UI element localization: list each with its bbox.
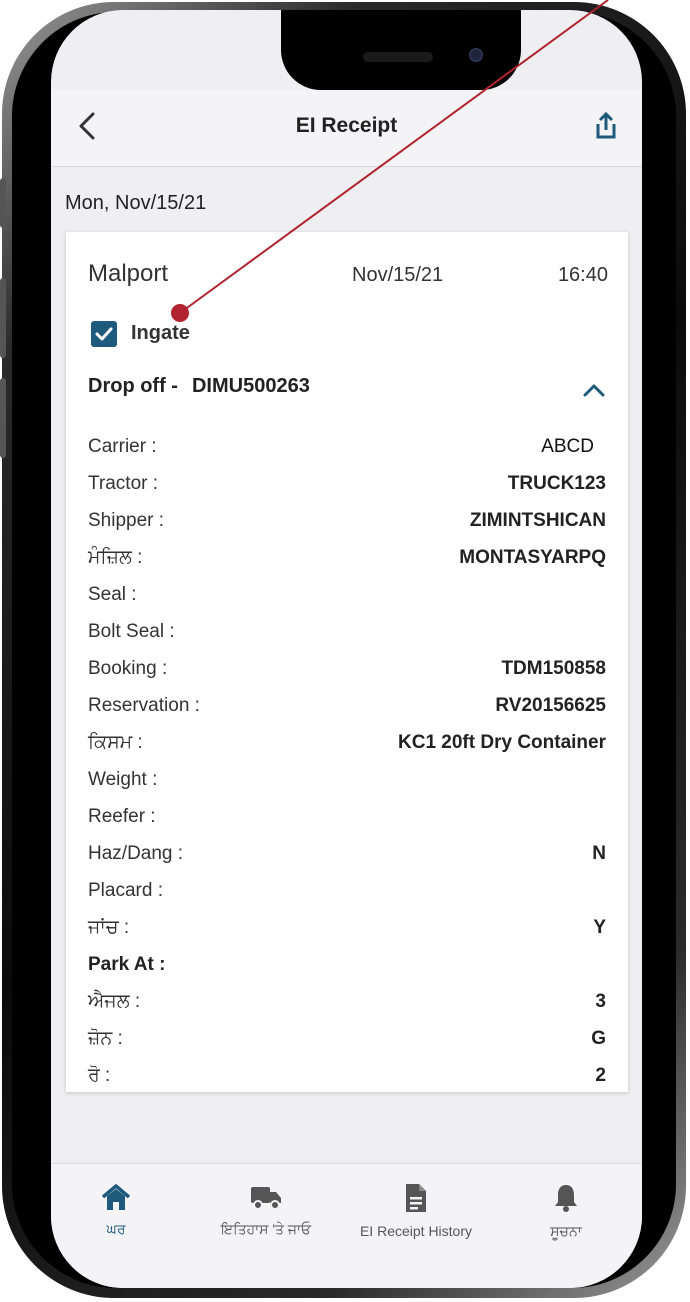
field-value: 3 (595, 991, 606, 1012)
field-label: Haz/Dang : (88, 843, 184, 864)
receipt-date: Nov/15/21 (352, 264, 444, 286)
field-label: Seal : (88, 584, 137, 605)
tab-ei-receipt-history[interactable]: EI Receipt History (341, 1182, 491, 1239)
share-button[interactable] (588, 108, 624, 144)
field-value: KC1 20ft Dry Container (398, 732, 606, 753)
field-value: ABCD (541, 436, 594, 457)
home-icon (101, 1184, 131, 1210)
field-label: ਐਜਲ : (88, 991, 141, 1012)
screen: EI Receipt Mon, Nov/15/21 Malport Nov/15… (51, 10, 642, 1288)
field-label: Tractor : (88, 473, 159, 494)
date-label: Mon, Nov/15/21 (65, 192, 207, 214)
truck-icon (251, 1187, 281, 1210)
tab-label: ਘਰ (106, 1221, 126, 1237)
drop-off-label: Drop off - (88, 375, 178, 397)
ingate-checkbox[interactable] (91, 321, 117, 347)
field-row-booking: Booking : TDM150858 (88, 658, 606, 688)
field-label: Carrier : (88, 436, 157, 457)
location-name: Malport (88, 260, 169, 287)
field-label: Bolt Seal : (88, 621, 175, 642)
share-icon (596, 111, 616, 139)
field-row-haz-dang: Haz/Dang : N (88, 843, 606, 873)
field-value: RV20156625 (495, 695, 606, 716)
tab-label: ਇਤਿਹਾਸ 'ਤੇ ਜਾਓ (220, 1221, 312, 1237)
tab-label: EI Receipt History (359, 1223, 473, 1239)
tab-label: ਸੂਚਨਾ (550, 1223, 582, 1239)
field-label: ਜ਼ੋਨ : (88, 1028, 123, 1049)
field-row-zone: ਜ਼ੋਨ : G (88, 1028, 606, 1058)
field-label: ਜਾਂਚ : (88, 917, 130, 938)
field-value: Y (593, 917, 606, 938)
page-title: EI Receipt (295, 114, 398, 137)
field-label: Park At : (88, 954, 166, 975)
field-row-carrier: Carrier : ABCD (88, 436, 606, 466)
field-value: MONTASYARPQ (459, 547, 606, 568)
tab-notifications[interactable]: ਸੂਚਨਾ (531, 1182, 601, 1240)
checkmark-icon (95, 327, 113, 341)
field-row-destination: ਮੰਜ਼ਿਲ : MONTASYARPQ (88, 547, 606, 577)
document-icon (406, 1184, 426, 1212)
field-value: G (591, 1028, 606, 1049)
field-row-tractor: Tractor : TRUCK123 (88, 473, 606, 503)
field-label: Booking : (88, 658, 168, 679)
field-label: ਕਿਸਮ : (88, 732, 143, 753)
field-row-inspection: ਜਾਂਚ : Y (88, 917, 606, 947)
field-label: Placard : (88, 880, 163, 901)
field-label: ਮੰਜ਼ਿਲ : (88, 547, 143, 568)
field-row-reservation: Reservation : RV20156625 (88, 695, 606, 725)
bell-icon (555, 1185, 577, 1212)
receipt-time: 16:40 (557, 264, 608, 286)
camera (469, 48, 483, 62)
field-value: ZIMINTSHICAN (469, 510, 606, 531)
tab-history[interactable]: ਇਤਿਹਾਸ 'ਤੇ ਜਾਓ (201, 1182, 331, 1238)
field-value: TRUCK123 (507, 473, 606, 494)
drop-off-header[interactable]: Drop off - DIMU500263 (88, 375, 310, 398)
field-row-seal: Seal : (88, 584, 606, 614)
field-row-bolt-seal: Bolt Seal : (88, 621, 606, 651)
tab-home[interactable]: ਘਰ (81, 1182, 151, 1238)
notch (281, 10, 521, 90)
field-row-park-at: Park At : (88, 954, 606, 984)
volume-up-button (0, 278, 6, 358)
field-value: N (592, 843, 606, 864)
chevron-up-icon[interactable] (582, 382, 606, 398)
field-row-weight: Weight : (88, 769, 606, 799)
field-row-aisle: ਐਜਲ : 3 (88, 991, 606, 1021)
field-row-reefer: Reefer : (88, 806, 606, 836)
field-row-placard: Placard : (88, 880, 606, 910)
header-bar: EI Receipt (51, 90, 642, 167)
field-label: Reefer : (88, 806, 156, 827)
receipt-card: Malport Nov/15/21 16:40 Ingate Drop off … (66, 232, 628, 1092)
ingate-label: Ingate (131, 322, 190, 344)
field-row-shipper: Shipper : ZIMINTSHICAN (88, 510, 606, 540)
speaker (363, 52, 433, 62)
field-label: ਰੋ : (88, 1065, 111, 1086)
bottom-tab-bar: ਘਰ ਇਤਿਹਾਸ 'ਤੇ ਜਾਓ EI Receipt History ਸੂਚ… (51, 1163, 642, 1288)
field-value: TDM150858 (501, 658, 606, 679)
mute-switch (0, 178, 6, 228)
field-label: Shipper : (88, 510, 165, 531)
field-row-row: ਰੋ : 2 (88, 1065, 606, 1095)
field-row-type: ਕਿਸਮ : KC1 20ft Dry Container (88, 732, 606, 762)
container-number: DIMU500263 (191, 375, 310, 397)
volume-down-button (0, 378, 6, 458)
field-value: 2 (595, 1065, 606, 1086)
field-label: Weight : (88, 769, 158, 790)
field-label: Reservation : (88, 695, 200, 716)
